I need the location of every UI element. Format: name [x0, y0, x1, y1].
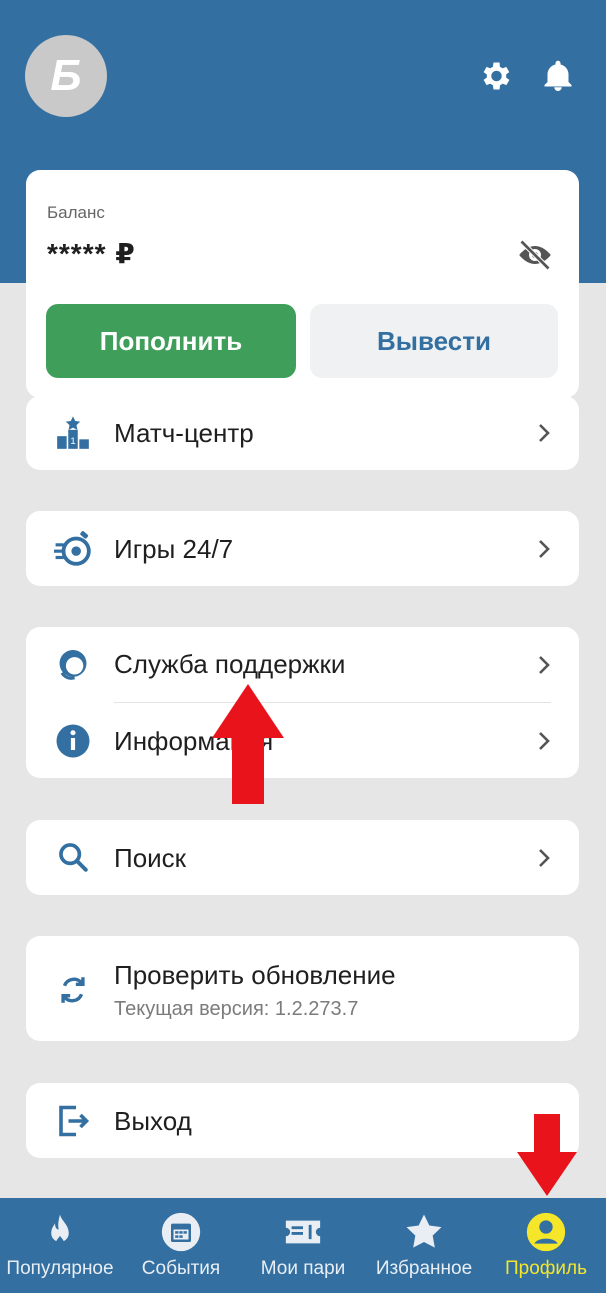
- logout-icon: [59, 1105, 90, 1137]
- tab-profile[interactable]: Профиль: [496, 1198, 596, 1293]
- balance-value: ***** ₽: [47, 238, 136, 269]
- menu-item-match-center[interactable]: 1 Матч-центр: [26, 396, 579, 470]
- tab-popular[interactable]: Популярное: [0, 1198, 120, 1293]
- profile-icon: [526, 1212, 566, 1252]
- menu-item-label: Матч-центр: [114, 418, 254, 448]
- menu-item-label: Служба поддержки: [114, 649, 346, 679]
- chevron-right-icon: [539, 656, 550, 674]
- search-card: Поиск: [26, 820, 579, 895]
- tab-label: Профиль: [504, 1258, 588, 1279]
- tab-label: Популярное: [6, 1258, 114, 1279]
- balance-card: Баланс ***** ₽ Пополнить Вывести: [26, 170, 579, 398]
- menu-item-info[interactable]: Информация: [26, 703, 579, 778]
- avatar[interactable]: Б: [25, 35, 107, 117]
- chevron-right-icon: [539, 732, 550, 750]
- update-title: Проверить обновление: [114, 960, 396, 990]
- match-center-card: 1 Матч-центр: [26, 396, 579, 470]
- info-icon: [56, 724, 90, 758]
- topup-button[interactable]: Пополнить: [46, 304, 296, 378]
- annotation-arrow-down: [517, 1114, 577, 1196]
- gear-icon[interactable]: [477, 58, 513, 94]
- update-version: Текущая версия: 1.2.273.7: [114, 998, 359, 1020]
- tab-label: Мои пари: [260, 1258, 346, 1279]
- tab-label: Избранное: [375, 1258, 473, 1279]
- calendar-icon: [161, 1212, 201, 1252]
- menu-item-search[interactable]: Поиск: [26, 820, 579, 895]
- avatar-letter: Б: [50, 51, 82, 100]
- games-card: Игры 24/7: [26, 511, 579, 586]
- update-card: Проверить обновление Текущая версия: 1.2…: [26, 936, 579, 1041]
- svg-text:1: 1: [70, 436, 75, 447]
- ticket-icon: [285, 1220, 321, 1244]
- menu-item-support[interactable]: Служба поддержки: [26, 627, 579, 703]
- chevron-right-icon: [539, 849, 550, 867]
- stopwatch-icon: [54, 531, 91, 566]
- flame-icon: [51, 1214, 69, 1246]
- tab-favorites[interactable]: Избранное: [368, 1198, 480, 1293]
- menu-item-logout[interactable]: Выход: [26, 1083, 579, 1158]
- chevron-right-icon: [539, 540, 550, 558]
- chevron-right-icon: [539, 424, 550, 442]
- podium-icon: 1: [57, 416, 89, 449]
- annotation-arrow-up: [212, 684, 284, 804]
- menu-item-check-update[interactable]: Проверить обновление Текущая версия: 1.2…: [26, 936, 579, 1041]
- bell-icon[interactable]: [540, 58, 576, 94]
- refresh-icon: [61, 977, 85, 1003]
- search-icon: [59, 843, 88, 872]
- balance-label: Баланс: [47, 203, 105, 222]
- star-icon: [406, 1214, 442, 1248]
- tab-events[interactable]: События: [128, 1198, 234, 1293]
- support-info-card: Служба поддержки Информация: [26, 627, 579, 778]
- support-agent-icon: [59, 649, 87, 680]
- bottom-tab-bar: Популярное События Мои пари Избранное Пр…: [0, 1198, 606, 1293]
- eye-off-icon[interactable]: [517, 240, 553, 270]
- tab-label: События: [141, 1258, 221, 1279]
- menu-item-label: Поиск: [114, 843, 187, 873]
- tab-my-bets[interactable]: Мои пари: [250, 1198, 356, 1293]
- withdraw-button[interactable]: Вывести: [310, 304, 558, 378]
- menu-item-label: Игры 24/7: [114, 534, 234, 564]
- menu-item-games[interactable]: Игры 24/7: [26, 511, 579, 586]
- logout-card: Выход: [26, 1083, 579, 1158]
- menu-item-label: Выход: [114, 1106, 192, 1136]
